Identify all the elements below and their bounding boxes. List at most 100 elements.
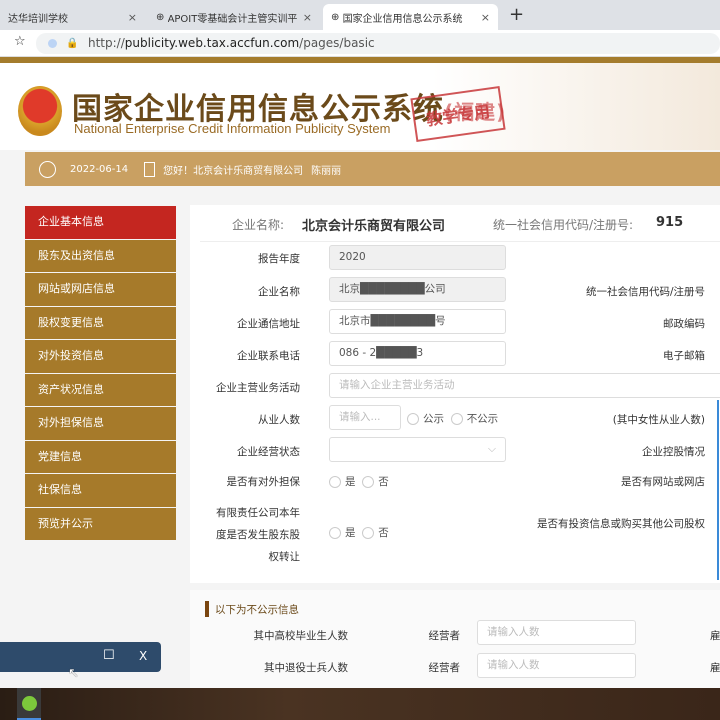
taskbar-app[interactable] xyxy=(17,688,41,720)
user-name: 陈丽丽 xyxy=(311,165,342,177)
address-field[interactable]: 北京市████████号 xyxy=(329,309,506,334)
sidebar-item-website[interactable]: 网站或网店信息 xyxy=(25,273,176,306)
no-label: 否 xyxy=(378,476,389,488)
email-label: 电子邮箱 xyxy=(663,350,705,362)
status-select[interactable]: ⌵ xyxy=(329,437,506,462)
phone-field[interactable]: 086 - 2█████3 xyxy=(329,341,506,366)
business-input[interactable]: 请输入企业主营业务活动 xyxy=(329,373,720,398)
female-employees-label: (其中女性从业人数) xyxy=(612,414,705,426)
radio-transfer-yes[interactable] xyxy=(329,527,341,539)
veterans-input[interactable]: 请输入人数 xyxy=(477,653,636,678)
phone-label: 企业联系电话 xyxy=(237,350,300,362)
credit-code-field-label: 统一社会信用代码/注册号 xyxy=(585,286,705,298)
status-label: 企业经营状态 xyxy=(237,446,300,458)
close-icon[interactable]: X xyxy=(139,649,147,663)
name-field[interactable]: 北京████████公司 xyxy=(329,277,506,302)
close-tab-icon[interactable]: × xyxy=(303,11,312,24)
section-title: 以下为不公示信息 xyxy=(215,604,299,616)
employee-label: 雇 xyxy=(710,630,720,642)
favorites-icon[interactable]: ☆ xyxy=(14,34,26,49)
credit-code: 915 xyxy=(656,215,684,230)
graduates-input[interactable]: 请输入人数 xyxy=(477,620,636,645)
clock-icon xyxy=(39,160,56,178)
website-label: 是否有网站或网店 xyxy=(621,476,705,488)
radio-not-public[interactable] xyxy=(450,413,463,425)
tab-dahua[interactable]: 达华培训学校 × xyxy=(0,4,145,30)
sidebar-item-shareholders[interactable]: 股东及出资信息 xyxy=(25,239,176,272)
name-label: 企业名称 xyxy=(258,286,300,298)
sidebar-item-investment[interactable]: 对外投资信息 xyxy=(25,340,176,373)
yes-label: 是 xyxy=(345,476,356,488)
site-subtitle: National Enterprise Credit Information P… xyxy=(74,121,391,136)
mouse-cursor-icon: ↖ xyxy=(68,666,79,681)
address-label: 企业通信地址 xyxy=(237,318,300,330)
maximize-icon[interactable]: ☐ xyxy=(103,648,115,663)
sidebar-item-basic-info[interactable]: 企业基本信息 xyxy=(25,206,176,239)
holding-label: 企业控股情况 xyxy=(642,446,705,458)
url-host: publicity.web.tax.accfun.com xyxy=(124,36,300,50)
app-icon xyxy=(22,696,37,711)
yes-label: 是 xyxy=(345,527,356,539)
sidebar-item-equity-change[interactable]: 股权变更信息 xyxy=(25,306,176,339)
business-label: 企业主营业务活动 xyxy=(216,382,300,394)
graduates-label: 其中高校毕业生人数 xyxy=(253,630,349,642)
postal-code-label: 邮政编码 xyxy=(663,318,705,330)
radio-guarantee-no[interactable] xyxy=(362,476,375,488)
nonpublic-section: 以下为不公示信息 其中高校毕业生人数 经营者 请输入人数 雇 其中退役士兵人数 … xyxy=(190,590,720,688)
divider xyxy=(200,241,720,242)
company-name: 北京会计乐商贸有限公司 xyxy=(302,219,446,234)
employees-label: 从业人数 xyxy=(258,414,300,426)
radio-guarantee-yes[interactable] xyxy=(329,476,341,488)
employees-input[interactable]: 请输入... xyxy=(329,405,401,430)
url-scheme: http:// xyxy=(88,36,125,50)
close-tab-icon[interactable]: × xyxy=(481,11,490,24)
user-card-icon xyxy=(144,161,156,177)
report-year-label: 报告年度 xyxy=(258,253,300,265)
info-bar: 2022-06-14 您好！北京会计乐商贸有限公司 陈丽丽 xyxy=(25,152,720,186)
sidebar-item-guarantee[interactable]: 对外担保信息 xyxy=(25,407,176,440)
main-panel: 企业名称: 北京会计乐商贸有限公司 统一社会信用代码/注册号: 915 报告年度… xyxy=(190,205,720,583)
greeting: 您好！北京会计乐商贸有限公司 xyxy=(163,165,304,177)
transfer-label: 有限责任公司本年度是否发生股东股权转让 xyxy=(216,507,300,563)
tab-apoit[interactable]: ⊕ APOIT零基础会计主管实训平台 × xyxy=(148,4,320,30)
sidebar: 企业基本信息 股东及出资信息 网站或网店信息 股权变更信息 对外投资信息 资产状… xyxy=(25,206,176,541)
public-label: 公示 xyxy=(423,413,444,425)
url-path: /pages/basic xyxy=(299,36,375,50)
globe-icon: ⊕ xyxy=(156,11,168,23)
sidebar-item-party[interactable]: 党建信息 xyxy=(25,440,176,473)
employee-label: 雇 xyxy=(710,662,720,674)
tab-label: 达华培训学校 xyxy=(8,13,68,25)
site-icon xyxy=(48,39,57,48)
close-tab-icon[interactable]: × xyxy=(128,11,137,24)
sidebar-item-preview[interactable]: 预览并公示 xyxy=(25,507,176,540)
operator-label: 经营者 xyxy=(428,630,461,642)
credit-code-label: 统一社会信用代码/注册号: xyxy=(493,218,634,232)
browser-tab-bar: 达华培训学校 × ⊕ APOIT零基础会计主管实训平台 × ⊕ 国家企业信用信息公示… xyxy=(0,0,720,30)
radio-public[interactable] xyxy=(407,413,419,425)
minimized-dialog[interactable]: ☐ X xyxy=(0,642,161,672)
scrollbar[interactable] xyxy=(717,400,719,580)
tab-label: 国家企业信用信息公示系统 xyxy=(342,13,463,25)
new-tab-button[interactable]: + xyxy=(509,4,524,25)
company-label: 企业名称: xyxy=(232,218,285,232)
globe-icon: ⊕ xyxy=(331,11,343,23)
radio-transfer-no[interactable] xyxy=(362,527,375,539)
guarantee-label: 是否有对外担保 xyxy=(226,476,301,488)
tab-publicity[interactable]: ⊕ 国家企业信用信息公示系统 × xyxy=(323,4,498,30)
tab-label: APOIT零基础会计主管实训平台 xyxy=(167,13,298,25)
chevron-down-icon: ⌵ xyxy=(488,443,496,455)
report-year-field[interactable]: 2020 xyxy=(329,245,506,270)
section-marker xyxy=(205,601,209,617)
national-emblem-icon xyxy=(18,86,62,136)
not-public-label: 不公示 xyxy=(466,413,499,425)
operator-label: 经营者 xyxy=(428,662,461,674)
sidebar-item-social-security[interactable]: 社保信息 xyxy=(25,474,176,507)
no-label: 否 xyxy=(378,527,389,539)
current-date: 2022-06-14 xyxy=(70,163,129,175)
insecure-lock-icon[interactable]: 🔒 xyxy=(66,33,78,54)
investment-label: 是否有投资信息或购买其他公司股权 xyxy=(537,518,705,530)
sidebar-item-assets[interactable]: 资产状况信息 xyxy=(25,373,176,406)
url-input[interactable]: 🔒 http://publicity.web.tax.accfun.com/pa… xyxy=(36,33,720,54)
taskbar xyxy=(0,688,720,720)
veterans-label: 其中退役士兵人数 xyxy=(264,662,348,674)
